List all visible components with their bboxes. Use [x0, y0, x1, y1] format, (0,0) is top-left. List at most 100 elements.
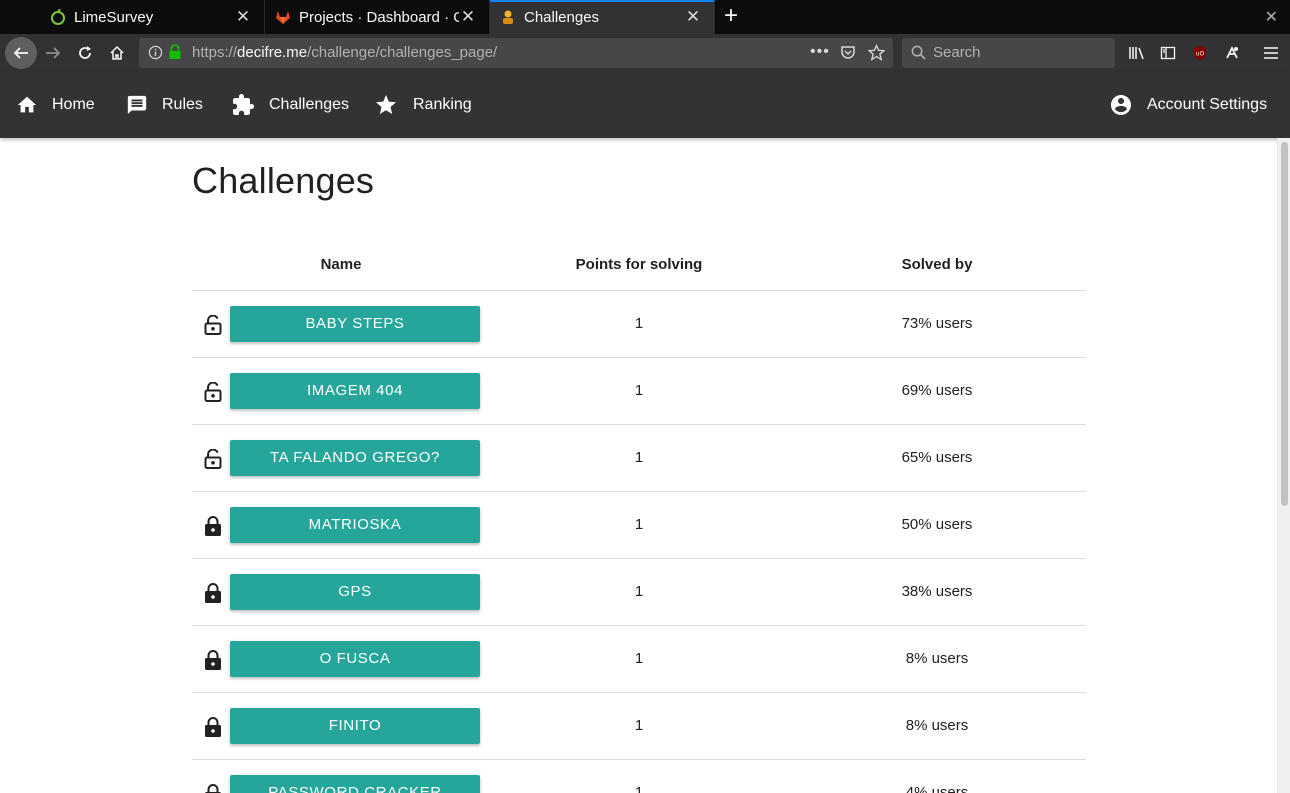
solved-by-cell: 8% users [905, 717, 969, 734]
url-text: https://decifre.me/challenge/challenges_… [192, 38, 497, 68]
table-row: BABY STEPS 1 73% users [192, 291, 1086, 358]
ublock-icon: uO [1194, 46, 1206, 60]
home-button[interactable] [102, 38, 132, 68]
browser-tab-bar: LimeSurvey ✕ Projects · Dashboard · Gi ✕… [0, 0, 1290, 34]
arrow-left-icon [13, 47, 28, 59]
ublock-button[interactable]: uO [1185, 38, 1215, 68]
browser-toolbar: https://decifre.me/challenge/challenges_… [0, 34, 1290, 72]
nav-home[interactable]: Home [16, 72, 95, 138]
search-placeholder: Search [933, 44, 981, 61]
solved-by-cell: 38% users [901, 583, 973, 600]
nav-ranking[interactable]: Ranking [374, 72, 472, 138]
reload-button[interactable] [70, 38, 100, 68]
lock-closed-icon [204, 650, 222, 670]
tab-title: Challenges [524, 8, 600, 26]
lock-closed-icon [204, 583, 222, 603]
nav-account-label: Account Settings [1147, 96, 1268, 113]
hamburger-menu-icon [1264, 47, 1278, 59]
table-header-row: Name Points for solving Solved by [192, 238, 1086, 291]
lock-closed-icon [204, 784, 222, 793]
star-icon [376, 95, 396, 114]
points-cell: 1 [634, 717, 644, 734]
points-cell: 1 [634, 315, 644, 332]
sidebar-icon [1160, 46, 1176, 60]
menu-button[interactable] [1256, 38, 1286, 68]
challenge-button[interactable]: BABY STEPS [230, 306, 480, 342]
new-tab-button[interactable]: + [718, 2, 744, 32]
lock-open-icon [204, 314, 222, 335]
library-button[interactable] [1122, 38, 1152, 68]
column-header-points[interactable]: Points for solving [490, 238, 788, 291]
extension-icon [1226, 45, 1238, 59]
sidebar-button[interactable] [1153, 38, 1183, 68]
back-button[interactable] [5, 37, 37, 69]
close-icon[interactable]: ✕ [234, 7, 252, 27]
pocket-icon[interactable] [840, 45, 856, 66]
challenge-button[interactable]: IMAGEM 404 [230, 373, 480, 409]
solved-by-cell: 50% users [901, 516, 973, 533]
points-cell: 1 [634, 650, 644, 667]
reload-icon [79, 46, 91, 59]
home-icon [110, 45, 124, 60]
solved-by-cell: 65% users [901, 449, 973, 466]
account-circle-icon [1111, 95, 1131, 115]
challenge-button[interactable]: TA FALANDO GREGO? [230, 440, 480, 476]
scrollbar-thumb[interactable] [1281, 142, 1288, 506]
lock-closed-icon [204, 717, 222, 737]
solved-by-cell: 69% users [901, 382, 973, 399]
lock-open-icon [204, 448, 222, 469]
library-icon [1129, 47, 1144, 60]
challenge-button[interactable]: PASSWORD CRACKER [230, 775, 480, 793]
search-bar[interactable]: Search [902, 38, 1115, 68]
lock-closed-icon [204, 516, 222, 536]
site-navbar: Home Rules Challenges Ranking Account Se… [0, 72, 1290, 138]
challenge-button[interactable]: FINITO [230, 708, 480, 744]
column-header-solved-by[interactable]: Solved by [788, 238, 1086, 291]
challenge-button[interactable]: MATRIOSKA [230, 507, 480, 543]
close-icon[interactable]: ✕ [459, 7, 477, 27]
points-cell: 1 [634, 583, 644, 600]
table-row: IMAGEM 404 1 69% users [192, 358, 1086, 425]
challenge-button[interactable]: GPS [230, 574, 480, 610]
challenge-button[interactable]: O FUSCA [230, 641, 480, 677]
table-row: PASSWORD CRACKER 1 4% users [192, 760, 1086, 793]
solved-by-cell: 73% users [901, 315, 973, 332]
search-icon [911, 45, 926, 65]
table-row: TA FALANDO GREGO? 1 65% users [192, 425, 1086, 492]
table-row: GPS 1 38% users [192, 559, 1086, 626]
nav-ranking-label: Ranking [413, 96, 472, 113]
close-icon[interactable]: ✕ [684, 7, 702, 27]
nav-account-settings[interactable]: Account Settings [1109, 72, 1267, 138]
url-domain: decifre.me [237, 44, 308, 61]
tab-challenges[interactable]: Challenges ✕ [490, 0, 715, 34]
padlock-secure-icon[interactable] [168, 44, 182, 65]
arrow-right-icon [46, 47, 61, 59]
nav-home-label: Home [52, 96, 95, 113]
gitlab-icon [275, 9, 291, 25]
window-close-icon[interactable]: ✕ [1265, 7, 1278, 27]
nav-challenges[interactable]: Challenges [231, 72, 349, 138]
home-icon [17, 96, 37, 113]
points-cell: 1 [634, 449, 644, 466]
info-icon[interactable] [148, 45, 163, 65]
column-header-name[interactable]: Name [192, 238, 490, 291]
nav-rules-label: Rules [162, 96, 203, 113]
solved-by-cell: 8% users [905, 650, 969, 667]
forward-button[interactable] [38, 38, 68, 68]
url-bar[interactable]: https://decifre.me/challenge/challenges_… [139, 38, 893, 68]
extension-button[interactable] [1217, 38, 1247, 68]
points-cell: 1 [634, 516, 644, 533]
svg-text:uO: uO [1196, 51, 1205, 58]
challenges-table: Name Points for solving Solved by BABY S… [192, 238, 1086, 793]
points-cell: 1 [634, 382, 644, 399]
puzzle-icon [233, 94, 254, 115]
limesurvey-icon [50, 9, 66, 25]
page-scrollbar[interactable] [1277, 138, 1290, 793]
page-actions-icon[interactable]: ••• [810, 43, 830, 61]
nav-rules[interactable]: Rules [126, 72, 203, 138]
tab-gitlab[interactable]: Projects · Dashboard · Gi ✕ [265, 0, 490, 34]
bookmark-star-icon[interactable] [867, 43, 886, 66]
nav-challenges-label: Challenges [269, 96, 350, 113]
solved-by-cell: 4% users [905, 784, 969, 793]
tab-limesurvey[interactable]: LimeSurvey ✕ [40, 0, 265, 34]
